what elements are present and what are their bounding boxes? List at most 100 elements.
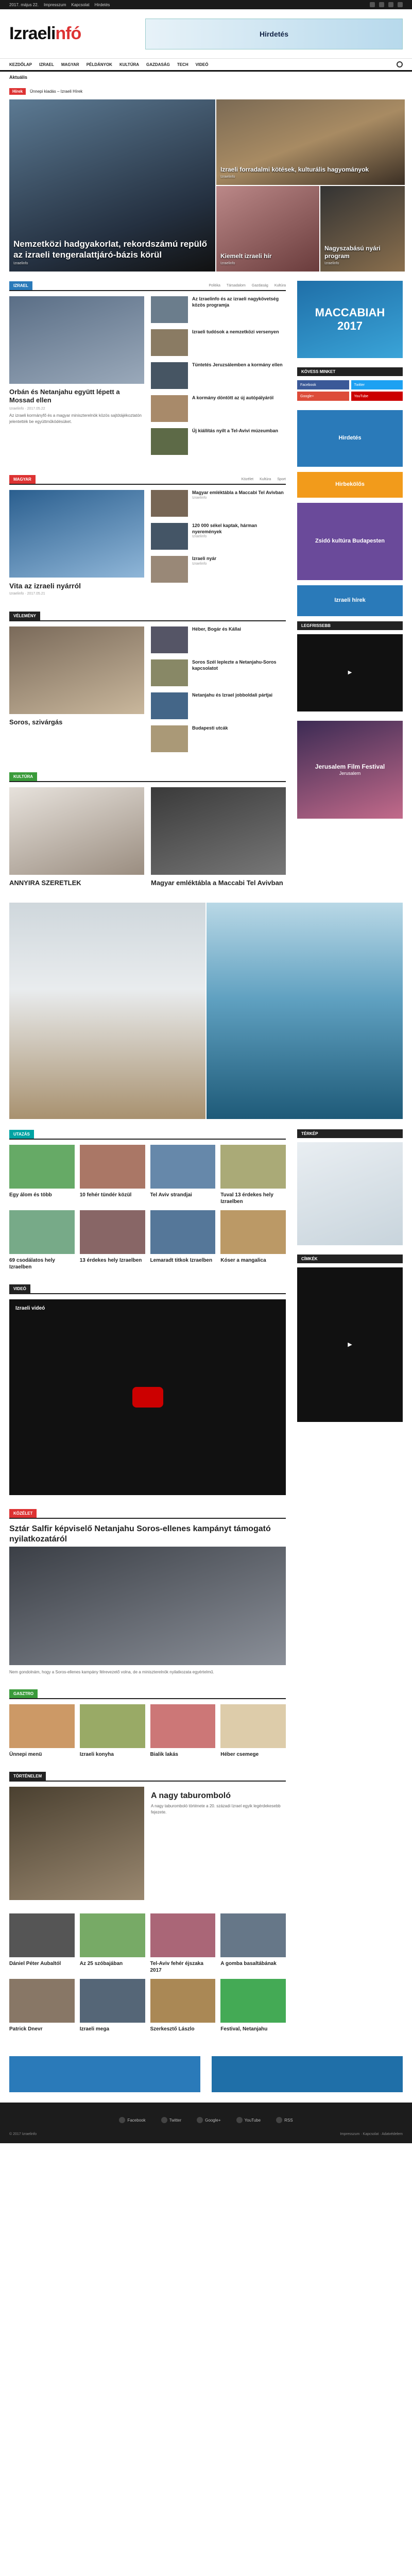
section-label[interactable]: Izrael xyxy=(9,281,32,290)
sidebar-ad-4[interactable]: Izraeli hírek xyxy=(297,585,403,616)
grid-item[interactable]: Ünnepi menü xyxy=(9,1704,75,1758)
map-widget[interactable] xyxy=(297,1142,403,1246)
tab-gazdasag[interactable]: Gazdaság xyxy=(252,284,268,287)
tab-sport[interactable]: Sport xyxy=(277,478,286,481)
nav-item-kultura[interactable]: KULTÚRA xyxy=(119,62,139,67)
nav-item-magyar[interactable]: MAGYAR xyxy=(61,62,79,67)
section-label[interactable]: Gasztro xyxy=(9,1689,38,1698)
search-icon[interactable] xyxy=(397,61,403,67)
list-item[interactable]: Héber, Bogár és Kállai xyxy=(151,626,286,653)
sidebar-ad-1[interactable]: Hirdetés xyxy=(297,410,403,467)
list-item[interactable]: Izraeli tudósok a nemzetközi versenyen xyxy=(151,329,286,356)
nav-item-kezdolap[interactable]: KEZDŐLAP xyxy=(9,62,32,67)
article-image[interactable] xyxy=(9,490,144,578)
footer-links[interactable]: Impresszum · Kapcsolat · Adatvédelem xyxy=(340,2132,403,2136)
social-youtube[interactable]: YouTube xyxy=(351,392,403,401)
list-item[interactable]: Magyar emléktábla a Maccabi Tel Avivban I… xyxy=(151,490,286,517)
video-player[interactable]: Izraeli videó xyxy=(9,1299,286,1496)
ticker-text[interactable]: Ünnepi kiadás – Izraeli Hírek xyxy=(30,89,82,94)
google-plus-icon[interactable] xyxy=(388,2,393,7)
grid-item[interactable]: 13 érdekes hely Izraelben xyxy=(79,1210,145,1270)
top-link-impresszum[interactable]: Impresszum xyxy=(44,3,66,7)
grid-item[interactable]: Az 25 szóbajában xyxy=(79,1913,145,1974)
site-logo[interactable]: Izraelinfó xyxy=(9,24,81,44)
footer-youtube[interactable]: YouTube xyxy=(236,2117,261,2124)
list-item[interactable]: Tüntetés Jeruzsálemben a kormány ellen xyxy=(151,362,286,389)
social-twitter[interactable]: Twitter xyxy=(351,380,403,389)
footer-twitter[interactable]: Twitter xyxy=(161,2117,181,2124)
list-item[interactable]: 120 000 sékel kaptak, hárman nyeremények… xyxy=(151,523,286,550)
footer-ad-left[interactable] xyxy=(9,2056,200,2093)
list-item[interactable]: Az Izraelinfo és az izraeli nagykövetség… xyxy=(151,296,286,323)
photo-left[interactable] xyxy=(9,903,205,1120)
top-link-hirdetes[interactable]: Hirdetés xyxy=(95,3,110,7)
maccabiah-ad[interactable]: MACCABIAH 2017 xyxy=(297,281,403,358)
play-icon[interactable] xyxy=(132,1387,163,1408)
list-item[interactable]: A kormány döntött az új autópályáról xyxy=(151,395,286,422)
grid-item[interactable]: Dániel Péter Aubaltól xyxy=(9,1913,75,1974)
article-title[interactable]: Vita az izraeli nyárról xyxy=(9,582,144,590)
article-image[interactable] xyxy=(9,1787,144,1901)
section-label[interactable]: Közélet xyxy=(9,1509,37,1518)
sidebar-ad-3[interactable]: Zsidó kultúra Budapesten xyxy=(297,503,403,580)
article-title[interactable]: Orbán és Netanjahu együtt lépett a Mossa… xyxy=(9,388,144,405)
grid-item[interactable]: 69 csodálatos hely Izraelben xyxy=(9,1210,75,1270)
hero-tile-2[interactable]: Izraeli forradalmi kötések, kulturális h… xyxy=(216,99,405,185)
article-image[interactable] xyxy=(9,1547,286,1666)
list-item[interactable]: Soros Szél leplezte a Netanjahu-Soros ka… xyxy=(151,659,286,686)
featured-article[interactable]: ANNYIRA SZERETLEK xyxy=(9,787,144,889)
featured-article[interactable]: Vita az izraeli nyárról Izraelinfo · 201… xyxy=(9,490,144,598)
featured-article[interactable]: Magyar emléktábla a Maccabi Tel Avivban xyxy=(151,787,286,889)
hero-tile-3[interactable]: Kiemelt izraeli hír Izraelinfo xyxy=(216,186,319,272)
hero-tile-main[interactable]: Nemzetközi hadgyakorlat, rekordszámú rep… xyxy=(9,99,215,272)
grid-item[interactable]: Bialik lakás xyxy=(150,1704,216,1758)
footer-rss[interactable]: RSS xyxy=(276,2117,293,2124)
grid-item[interactable]: Izraeli mega xyxy=(79,1979,145,2032)
grid-item[interactable]: 10 fehér tündér közül xyxy=(79,1145,145,1205)
footer-facebook[interactable]: Facebook xyxy=(119,2117,146,2124)
grid-item[interactable]: Festival, Netanjahu xyxy=(220,1979,286,2032)
section-label[interactable]: Vélemény xyxy=(9,611,41,620)
social-facebook[interactable]: Facebook xyxy=(297,380,349,389)
tab-politika[interactable]: Politika xyxy=(209,284,220,287)
list-item[interactable]: Budapesti utcák xyxy=(151,725,286,752)
sidebar-video[interactable]: ▶ xyxy=(297,1267,403,1422)
grid-item[interactable]: Szerkesztő Lászlo xyxy=(150,1979,216,2032)
sidebar-ad-2[interactable]: Hirbekölős xyxy=(297,472,403,498)
festival-ad[interactable]: Jerusalem Film Festival Jerusalem xyxy=(297,721,403,819)
twitter-icon[interactable] xyxy=(379,2,384,7)
grid-item[interactable]: Egy álom és több xyxy=(9,1145,75,1205)
tab-kultura[interactable]: Kultúra xyxy=(274,284,286,287)
article-title[interactable]: Sztár Salfir képviselő Netanjahu Soros-e… xyxy=(9,1524,286,1545)
facebook-icon[interactable] xyxy=(370,2,375,7)
nav-item-gazdasag[interactable]: GAZDASÁG xyxy=(146,62,170,67)
header-banner-ad[interactable]: Hirdetés xyxy=(145,18,403,49)
section-label[interactable]: Történelem xyxy=(9,1771,46,1781)
grid-item[interactable]: Patrick Dnevr xyxy=(9,1979,75,2032)
social-google-plus[interactable]: Google+ xyxy=(297,392,349,401)
nav-item-peldanyok[interactable]: PÉLDÁNYOK xyxy=(87,62,112,67)
section-label[interactable]: Magyar xyxy=(9,474,36,484)
list-item[interactable]: Netanjahu és Izrael jobboldali pártjai xyxy=(151,692,286,719)
grid-item[interactable]: Tel Aviv strandjai xyxy=(150,1145,216,1205)
hero-tile-4[interactable]: Nagyszabású nyári program Izraelinfo xyxy=(320,186,405,272)
grid-item[interactable]: Tuval 13 érdekes hely Izraelben xyxy=(220,1145,286,1205)
photo-right[interactable] xyxy=(207,903,403,1120)
article-title[interactable]: A nagy taburomboló xyxy=(151,1791,286,1801)
tab-tarsadalom[interactable]: Társadalom xyxy=(227,284,246,287)
grid-item[interactable]: Tel-Aviv fehér éjszaka 2017 xyxy=(150,1913,216,1974)
section-label[interactable]: Utazás xyxy=(9,1129,34,1139)
footer-ad-right[interactable] xyxy=(212,2056,403,2093)
latest-video[interactable]: ▶ xyxy=(297,634,403,711)
article-image[interactable] xyxy=(9,296,144,384)
top-link-kapcsolat[interactable]: Kapcsolat xyxy=(72,3,90,7)
list-item[interactable]: Új kiállítás nyílt a Tel-Avivi múzeumban xyxy=(151,428,286,455)
tab-kozelet[interactable]: Közélet xyxy=(242,478,253,481)
nav-item-video[interactable]: VIDEÓ xyxy=(196,62,209,67)
featured-article[interactable]: Orbán és Netanjahu együtt lépett a Mossa… xyxy=(9,296,144,461)
list-item[interactable]: Izraeli nyár Izraelinfo xyxy=(151,556,286,583)
section-label[interactable]: Kultúra xyxy=(9,772,38,781)
featured-article[interactable]: Soros, szivárgás xyxy=(9,626,144,758)
footer-google-plus[interactable]: Google+ xyxy=(197,2117,221,2124)
rss-icon[interactable] xyxy=(398,2,403,7)
